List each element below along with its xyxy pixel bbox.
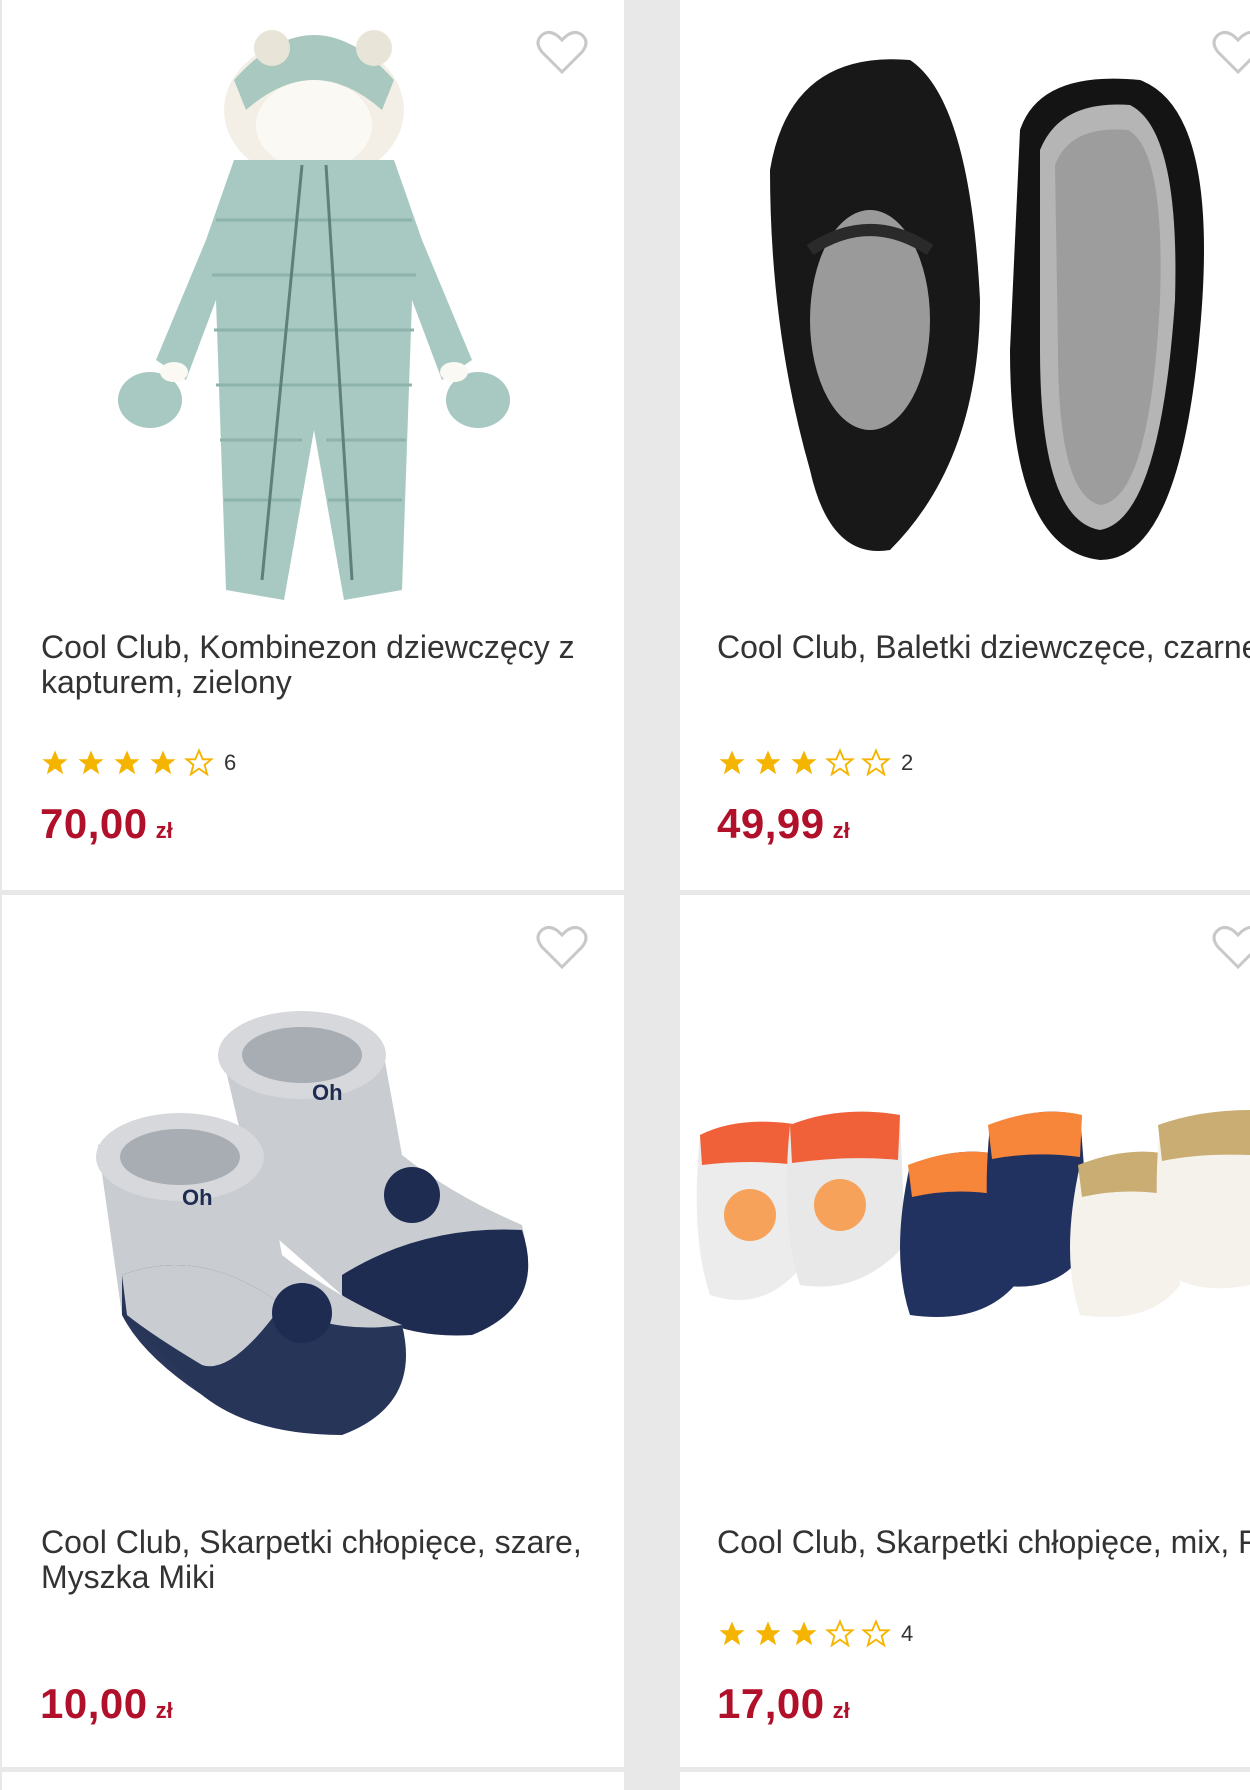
star-filled-icon [755, 750, 781, 775]
product-card[interactable]: Cool Club, Kombinezon dziewczęcy z kaptu… [2, 0, 624, 890]
product-title[interactable]: Cool Club, Skarpetki chłopięce, szare, M… [41, 1525, 601, 1595]
product-card[interactable]: Oh Oh Cool Club, Skarpetki chłopięce, sz… [2, 895, 624, 1767]
rating-stars: 2 [717, 746, 913, 780]
star-filled-icon [42, 750, 68, 775]
rating-stars: 4 [717, 1617, 913, 1651]
star-empty-icon [861, 748, 891, 777]
product-card[interactable] [2, 1772, 624, 1790]
product-image[interactable] [680, 0, 1250, 620]
star-filled-icon [755, 1621, 781, 1646]
product-title[interactable]: Cool Club, Baletki dziewczęce, czarne [717, 630, 1250, 665]
product-card[interactable] [680, 1772, 1250, 1790]
star-filled-icon [719, 1621, 745, 1646]
star-filled-icon [791, 750, 817, 775]
star-empty-icon [861, 1619, 891, 1648]
product-image[interactable]: Oh Oh [2, 895, 624, 1515]
svg-text:Oh: Oh [182, 1185, 213, 1210]
svg-text:Oh: Oh [312, 1080, 343, 1105]
product-image[interactable] [2, 0, 624, 620]
star-empty-icon [825, 748, 855, 777]
review-count: 4 [901, 1621, 914, 1646]
favorite-heart-icon[interactable] [536, 28, 588, 76]
favorite-heart-icon[interactable] [1212, 923, 1250, 971]
star-filled-icon [150, 750, 176, 775]
product-price: 17,00 zł [717, 1680, 850, 1727]
review-count: 6 [224, 750, 237, 775]
star-filled-icon [791, 1621, 817, 1646]
product-title[interactable]: Cool Club, Skarpetki chłopięce, mix, Fis… [717, 1525, 1250, 1560]
favorite-heart-icon[interactable] [1212, 28, 1250, 76]
star-empty-icon [184, 748, 214, 777]
product-price: 10,00 zł [40, 1680, 173, 1727]
favorite-heart-icon[interactable] [536, 923, 588, 971]
product-price: 49,99 zł [717, 800, 850, 847]
product-card[interactable]: Cool Club, Skarpetki chłopięce, mix, Fis… [680, 895, 1250, 1767]
review-count: 2 [901, 750, 914, 775]
product-title[interactable]: Cool Club, Kombinezon dziewczęcy z kaptu… [41, 630, 601, 700]
star-empty-icon [825, 1619, 855, 1648]
rating-stars: 6 [40, 746, 236, 780]
star-filled-icon [719, 750, 745, 775]
star-filled-icon [114, 750, 140, 775]
star-filled-icon [78, 750, 104, 775]
product-card[interactable]: Cool Club, Baletki dziewczęce, czarne 2 … [680, 0, 1250, 890]
product-image[interactable] [680, 895, 1250, 1515]
product-price: 70,00 zł [40, 800, 173, 847]
